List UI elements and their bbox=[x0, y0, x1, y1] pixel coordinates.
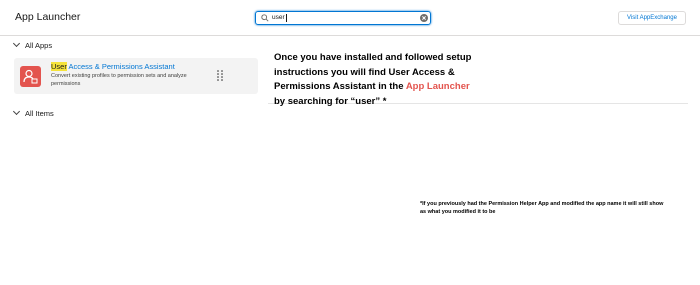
search-value: user bbox=[272, 14, 285, 21]
search-input[interactable]: user bbox=[255, 11, 431, 25]
chevron-down-icon bbox=[12, 107, 21, 116]
callout-highlight: App Launcher bbox=[405, 81, 470, 92]
app-name[interactable]: User Access & Permissions Assistant bbox=[51, 62, 175, 71]
chevron-down-icon bbox=[12, 39, 21, 48]
search-icon bbox=[261, 14, 269, 22]
footnote: *If you previously had the Permission He… bbox=[420, 201, 664, 215]
app-launcher-header: App Launcher user Visit AppExchange bbox=[0, 0, 700, 36]
clear-icon[interactable] bbox=[420, 14, 428, 22]
all-items-toggle[interactable]: All Items bbox=[12, 107, 54, 118]
callout-text-2: by searching for “user” * bbox=[274, 95, 387, 107]
page-title: App Launcher bbox=[15, 11, 81, 23]
drag-handle-icon[interactable] bbox=[217, 70, 224, 81]
visit-appexchange-button[interactable]: Visit AppExchange bbox=[618, 11, 686, 25]
app-people-icon bbox=[20, 66, 41, 87]
instruction-callout: Once you have installed and followed set… bbox=[274, 51, 474, 109]
text-cursor bbox=[286, 14, 287, 22]
app-description: Convert existing profiles to permission … bbox=[51, 73, 187, 87]
all-apps-toggle[interactable]: All Apps bbox=[12, 39, 53, 50]
app-name-highlight: User bbox=[51, 62, 67, 71]
app-name-rest: Access & Permissions Assistant bbox=[66, 62, 175, 71]
all-apps-label: All Apps bbox=[25, 41, 53, 50]
all-items-label: All Items bbox=[25, 109, 54, 118]
app-card-user-access[interactable]: User Access & Permissions Assistant Conv… bbox=[14, 58, 258, 94]
